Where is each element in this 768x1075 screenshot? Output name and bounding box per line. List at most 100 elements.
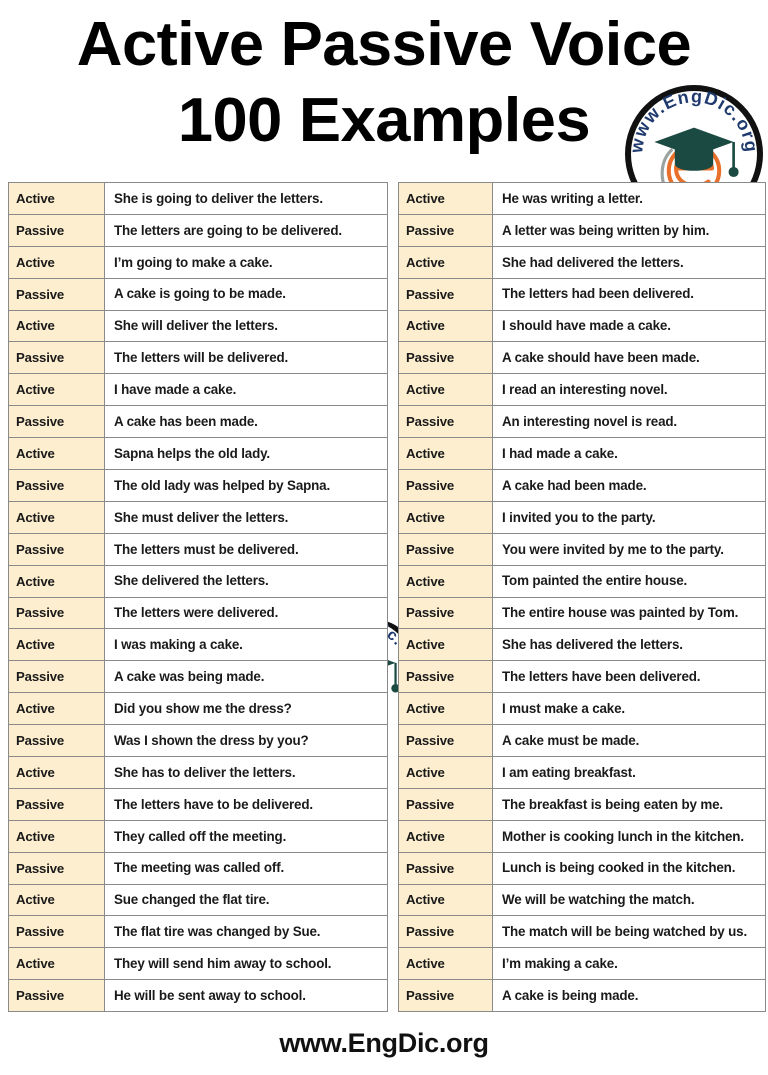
example-sentence-cell: The letters must be delivered. — [104, 532, 388, 566]
example-sentence-cell: Was I shown the dress by you? — [104, 724, 388, 758]
table-row: Passive A cake had been made. — [398, 469, 766, 502]
example-sentence-cell: I had made a cake. — [492, 437, 766, 471]
voice-label-cell: Active — [398, 628, 493, 662]
voice-label-cell: Passive — [398, 596, 493, 630]
table-row: Active I invited you to the party. — [398, 500, 766, 534]
voice-label-cell: Passive — [8, 979, 105, 1013]
table-row: Passive A cake should have been made. — [398, 341, 766, 375]
table-row: Passive The letters have been delivered. — [398, 660, 766, 694]
example-sentence-cell: We will be watching the match. — [492, 883, 766, 917]
table-row: Active They will send him away to school. — [8, 947, 388, 981]
example-sentence-cell: The flat tire was changed by Sue. — [104, 915, 388, 949]
voice-label-cell: Active — [398, 756, 493, 789]
voice-label-cell: Passive — [398, 469, 493, 502]
example-sentence-cell: I read an interesting novel. — [492, 373, 766, 407]
table-row: Passive A cake must be made. — [398, 724, 766, 758]
table-row: Active I read an interesting novel. — [398, 373, 766, 407]
voice-label-cell: Active — [398, 437, 493, 471]
voice-label-cell: Passive — [398, 915, 493, 949]
example-sentence-cell: An interesting novel is read. — [492, 405, 766, 439]
voice-label-cell: Passive — [398, 660, 493, 694]
example-sentence-cell: I have made a cake. — [104, 373, 388, 407]
voice-label-cell: Passive — [398, 787, 493, 821]
voice-label-cell: Active — [8, 309, 105, 343]
example-sentence-cell: The letters have to be delivered. — [104, 787, 388, 821]
voice-label-cell: Active — [398, 309, 493, 343]
table-row: Active Did you show me the dress? — [8, 692, 388, 726]
example-sentence-cell: A cake is going to be made. — [104, 277, 388, 311]
table-row: Active I am eating breakfast. — [398, 756, 766, 789]
example-sentence-cell: Sapna helps the old lady. — [104, 437, 388, 471]
example-sentence-cell: The breakfast is being eaten by me. — [492, 787, 766, 821]
voice-label-cell: Passive — [398, 979, 493, 1013]
voice-label-cell: Active — [8, 628, 105, 662]
table-row: Passive The letters were delivered. — [8, 596, 388, 630]
example-sentence-cell: She had delivered the letters. — [492, 245, 766, 279]
example-sentence-cell: She has delivered the letters. — [492, 628, 766, 662]
example-sentence-cell: She will deliver the letters. — [104, 309, 388, 343]
table-row: Passive You were invited by me to the par… — [398, 532, 766, 566]
table-row: Active He was writing a letter. — [398, 182, 766, 215]
voice-label-cell: Active — [8, 245, 105, 279]
table-row: Passive The letters are going to be deliv… — [8, 213, 388, 247]
example-sentence-cell: The letters had been delivered. — [492, 277, 766, 311]
table-row: Active I had made a cake. — [398, 437, 766, 471]
voice-label-cell: Passive — [8, 532, 105, 566]
example-sentence-cell: Tom painted the entire house. — [492, 564, 766, 598]
voice-label-cell: Passive — [8, 851, 105, 885]
example-sentence-cell: The entire house was painted by Tom. — [492, 596, 766, 630]
table-row: Active Sapna helps the old lady. — [8, 437, 388, 471]
table-row: Active She delivered the letters. — [8, 564, 388, 598]
examples-area: Active She is going to deliver the letter… — [0, 182, 768, 1013]
voice-label-cell: Passive — [398, 341, 493, 375]
example-sentence-cell: I should have made a cake. — [492, 309, 766, 343]
example-sentence-cell: A cake must be made. — [492, 724, 766, 758]
voice-label-cell: Active — [8, 500, 105, 534]
voice-label-cell: Passive — [8, 213, 105, 247]
voice-label-cell: Active — [8, 182, 105, 215]
example-sentence-cell: They will send him away to school. — [104, 947, 388, 981]
voice-label-cell: Passive — [8, 277, 105, 311]
example-sentence-cell: A cake had been made. — [492, 469, 766, 502]
example-sentence-cell: Sue changed the flat tire. — [104, 883, 388, 917]
table-row: Active She has to deliver the letters. — [8, 756, 388, 789]
voice-label-cell: Active — [398, 373, 493, 407]
example-sentence-cell: She delivered the letters. — [104, 564, 388, 598]
voice-label-cell: Passive — [398, 851, 493, 885]
table-row: Passive A cake is going to be made. — [8, 277, 388, 311]
example-sentence-cell: She must deliver the letters. — [104, 500, 388, 534]
table-row: Active She has delivered the letters. — [398, 628, 766, 662]
table-row: Passive The letters had been delivered. — [398, 277, 766, 311]
table-row: Active Mother is cooking lunch in the kit… — [398, 819, 766, 853]
table-row: Active Sue changed the flat tire. — [8, 883, 388, 917]
voice-label-cell: Active — [8, 564, 105, 598]
example-sentence-cell: He was writing a letter. — [492, 182, 766, 215]
example-sentence-cell: The letters were delivered. — [104, 596, 388, 630]
table-row: Active She had delivered the letters. — [398, 245, 766, 279]
table-row: Active They called off the meeting. — [8, 819, 388, 853]
table-row: Active She will deliver the letters. — [8, 309, 388, 343]
table-row: Passive A cake was being made. — [8, 660, 388, 694]
example-sentence-cell: The letters have been delivered. — [492, 660, 766, 694]
example-sentence-cell: A cake has been made. — [104, 405, 388, 439]
example-sentence-cell: The letters are going to be delivered. — [104, 213, 388, 247]
voice-label-cell: Active — [398, 500, 493, 534]
voice-label-cell: Active — [8, 437, 105, 471]
footer-site-url: www.EngDic.org — [279, 1028, 489, 1058]
voice-label-cell: Active — [398, 182, 493, 215]
example-sentence-cell: Did you show me the dress? — [104, 692, 388, 726]
example-sentence-cell: I’m going to make a cake. — [104, 245, 388, 279]
table-row: Passive A cake has been made. — [8, 405, 388, 439]
table-row: Passive The breakfast is being eaten by m… — [398, 787, 766, 821]
table-row: Active She is going to deliver the letter… — [8, 182, 388, 215]
voice-label-cell: Active — [8, 947, 105, 981]
table-row: Passive The entire house was painted by T… — [398, 596, 766, 630]
voice-label-cell: Active — [398, 564, 493, 598]
voice-label-cell: Passive — [398, 405, 493, 439]
table-row: Active We will be watching the match. — [398, 883, 766, 917]
table-row: Active I was making a cake. — [8, 628, 388, 662]
example-sentence-cell: I was making a cake. — [104, 628, 388, 662]
table-row: Passive Lunch is being cooked in the kitc… — [398, 851, 766, 885]
voice-label-cell: Passive — [8, 787, 105, 821]
voice-label-cell: Passive — [8, 915, 105, 949]
